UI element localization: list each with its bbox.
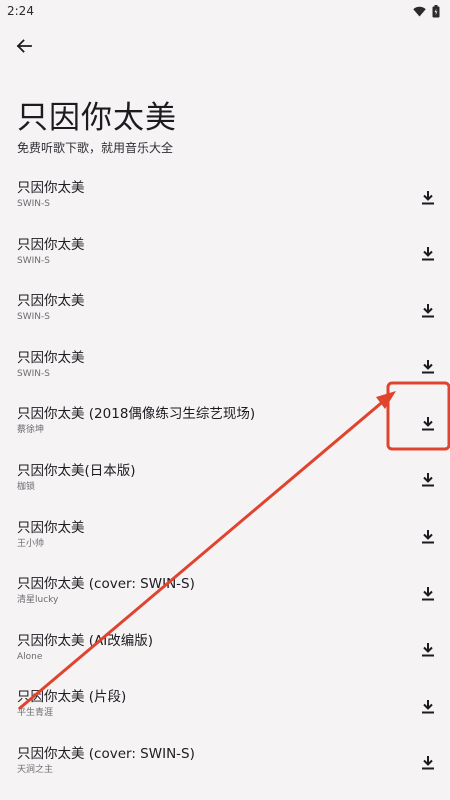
song-artist: Alone	[17, 651, 43, 662]
song-title: 只因你太美(日本版)	[17, 462, 136, 479]
download-icon	[422, 586, 434, 601]
download-icon	[422, 303, 434, 318]
download-icon	[422, 756, 434, 770]
song-title: 只因你太美	[17, 349, 85, 366]
status-time: 2:24	[7, 4, 34, 18]
song-text: 只因你太美 王小帅	[17, 519, 85, 551]
battery-icon	[432, 4, 440, 17]
song-artist: 王小帅	[17, 538, 45, 549]
download-button[interactable]	[416, 298, 440, 322]
song-text: 只因你太美 (AI改编版) Alone	[17, 632, 153, 664]
app-bar	[0, 22, 450, 70]
song-text: 只因你太美(日本版) 枷锁	[17, 462, 136, 494]
song-title: 只因你太美	[17, 519, 85, 536]
download-icon	[422, 643, 434, 657]
page-subtitle: 免费听歌下歌，就用音乐大全	[17, 141, 174, 155]
song-title: 只因你太美 (AI改编版)	[17, 632, 154, 649]
song-title: 只因你太美	[17, 180, 85, 196]
download-button[interactable]	[416, 694, 440, 718]
song-artist: SWIN-S	[17, 368, 50, 379]
wifi-icon	[413, 6, 426, 16]
song-text: 只因你太美 (cover: SWIN-S) 天涧之主	[17, 745, 195, 777]
song-artist: 清星lucky	[17, 595, 59, 606]
song-title: 只因你太美 (2018偶像练习生综艺现场)	[17, 406, 256, 423]
song-text: 只因你太美 SWIN-S	[17, 292, 85, 324]
download-button[interactable]	[416, 468, 440, 492]
song-text: 只因你太美 SWIN-S	[17, 349, 85, 381]
download-button[interactable]	[416, 242, 440, 266]
song-row[interactable]: 只因你太美 SWIN-S	[0, 222, 450, 279]
song-title: 只因你太美	[17, 293, 85, 310]
status-bar: 2:24	[0, 0, 450, 22]
download-icon	[422, 190, 434, 204]
song-artist: SWIN-S	[17, 199, 50, 209]
download-button[interactable]	[416, 751, 440, 775]
song-title: 只因你太美 (cover: SWIN-S)	[17, 576, 195, 593]
download-icon	[422, 247, 434, 261]
song-artist: SWIN-S	[17, 255, 50, 266]
song-row[interactable]: 只因你太美 (2018偶像练习生综艺现场) 蔡徐坤	[0, 391, 450, 448]
song-artist: SWIN-S	[17, 312, 50, 323]
download-icon	[422, 416, 434, 431]
download-button[interactable]	[416, 355, 440, 379]
song-title: 只因你太美 (cover: SWIN-S)	[17, 745, 195, 762]
song-row[interactable]: 只因你太美 王小帅	[0, 505, 450, 562]
song-artist: 天涧之主	[17, 764, 54, 775]
song-text: 只因你太美 SWIN-S	[17, 236, 85, 268]
download-button[interactable]	[416, 638, 440, 662]
song-row[interactable]: 只因你太美 (cover: SWIN-S) 清星lucky	[0, 561, 450, 618]
song-text: 只因你太美 (2018偶像练习生综艺现场) 蔡徐坤	[17, 405, 255, 437]
download-icon	[422, 473, 434, 487]
song-row[interactable]: 只因你太美 SWIN-S	[0, 165, 450, 222]
song-list: 只因你太美 SWIN-S 只因你太美 SWIN-S 只因你太美 SWIN-S 只…	[0, 165, 450, 788]
song-row[interactable]: 只因你太美 (cover: SWIN-S) 天涧之主	[0, 731, 450, 788]
download-button[interactable]	[416, 411, 440, 435]
song-row[interactable]: 只因你太美 SWIN-S	[0, 278, 450, 335]
song-title: 只因你太美 (片段)	[17, 689, 127, 706]
song-artist: 蔡徐坤	[17, 425, 45, 436]
back-button[interactable]	[12, 34, 36, 58]
song-row[interactable]: 只因你太美 (AI改编版) Alone	[0, 618, 450, 675]
song-text: 只因你太美 (cover: SWIN-S) 清星lucky	[17, 575, 195, 607]
song-row[interactable]: 只因你太美(日本版) 枷锁	[0, 448, 450, 505]
download-button[interactable]	[416, 581, 440, 605]
download-button[interactable]	[416, 525, 440, 549]
song-text: 只因你太美 SWIN-S	[17, 179, 85, 211]
download-icon	[422, 530, 434, 544]
arrow-left-icon	[16, 39, 32, 53]
status-icons	[413, 4, 440, 18]
song-artist: 枷锁	[17, 481, 36, 492]
page-title: 只因你太美	[17, 100, 177, 136]
song-text: 只因你太美 (片段) 平生青涯	[17, 688, 126, 720]
download-icon	[422, 360, 434, 374]
song-title: 只因你太美	[17, 236, 85, 253]
download-icon	[422, 699, 434, 714]
song-row[interactable]: 只因你太美 (片段) 平生青涯	[0, 674, 450, 731]
download-button[interactable]	[416, 185, 440, 209]
song-row[interactable]: 只因你太美 SWIN-S	[0, 335, 450, 392]
song-artist: 平生青涯	[17, 708, 54, 719]
